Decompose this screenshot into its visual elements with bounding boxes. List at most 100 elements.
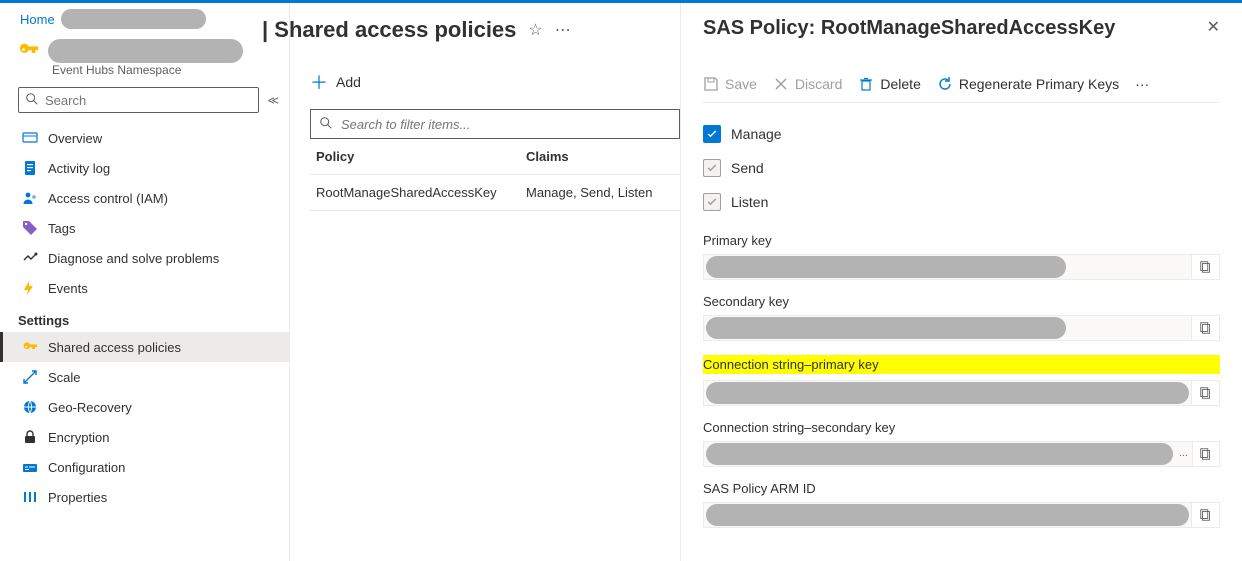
redacted-value [706,382,1189,404]
nav-activity-log[interactable]: Activity log [0,153,289,183]
arm-id-field [703,502,1220,528]
delete-button[interactable]: Delete [858,76,920,92]
nav-properties[interactable]: Properties [0,482,289,512]
nav-configuration[interactable]: Configuration [0,452,289,482]
arm-id-label: SAS Policy ARM ID [703,481,1220,496]
redacted-value [706,443,1173,465]
tags-icon [22,220,38,236]
blade-nav: Home Event Hubs Namespace ≪ Overview [0,3,290,561]
nav-shared-access-policies[interactable]: Shared access policies [0,332,289,362]
nav-geo-recovery[interactable]: Geo-Recovery [0,392,289,422]
breadcrumb-home[interactable]: Home [20,12,55,27]
col-header-claims: Claims [526,149,674,164]
manage-checkbox[interactable] [703,125,721,143]
resource-name-redacted [48,39,243,63]
nav-diagnose[interactable]: Diagnose and solve problems [0,243,289,273]
resource-subtitle: Event Hubs Namespace [0,63,289,87]
nav-label: Shared access policies [48,340,181,355]
activity-log-icon [22,160,38,176]
nav-label: Tags [48,221,75,236]
cell-claims: Manage, Send, Listen [526,185,674,200]
nav-label: Diagnose and solve problems [48,251,219,266]
nav-label: Encryption [48,430,109,445]
send-checkbox [703,159,721,177]
secondary-key-label: Secondary key [703,294,1220,309]
close-icon[interactable]: ✕ [1207,17,1220,37]
send-label: Send [731,160,764,176]
more-menu-icon[interactable]: ⋯ [555,20,571,40]
copy-button[interactable] [1192,442,1219,466]
encryption-icon [22,429,38,445]
panel-title: SAS Policy: RootManageSharedAccessKey [703,17,1115,40]
breadcrumb: Home [0,7,289,33]
filter-input[interactable] [341,117,671,132]
copy-button[interactable] [1191,503,1219,527]
copy-button[interactable] [1191,316,1219,340]
copy-button[interactable] [1191,381,1219,405]
redacted-value [706,256,1066,278]
conn-primary-label: Connection string–primary key [703,355,1220,374]
listen-label: Listen [731,194,768,210]
nav-label: Overview [48,131,102,146]
more-commands-button[interactable]: ··· [1135,76,1149,92]
copy-button[interactable] [1191,255,1219,279]
conn-secondary-field: ... [703,441,1220,467]
primary-key-field [703,254,1220,280]
nav-tags[interactable]: Tags [0,213,289,243]
primary-key-label: Primary key [703,233,1220,248]
scale-icon [22,369,38,385]
key-icon [22,339,38,355]
nav-label: Events [48,281,88,296]
redacted-value [706,317,1066,339]
secondary-key-field [703,315,1220,341]
discard-icon [773,76,789,92]
nav-label: Access control (IAM) [48,191,168,206]
listen-checkbox [703,193,721,211]
cell-policy: RootManageSharedAccessKey [316,185,526,200]
table-row[interactable]: RootManageSharedAccessKey Manage, Send, … [310,175,680,211]
overview-icon [22,130,38,146]
plus-icon: ＋ [310,69,328,95]
nav-label: Configuration [48,460,125,475]
search-icon [25,92,39,109]
access-control-icon [22,190,38,206]
save-button: Save [703,76,757,92]
save-icon [703,76,719,92]
favorite-icon[interactable]: ☆ [528,20,542,40]
policies-table: Policy Claims RootManageSharedAccessKey … [310,139,680,211]
filter-box[interactable] [310,109,680,139]
search-icon [319,116,333,133]
nav-label: Geo-Recovery [48,400,132,415]
nav-scale[interactable]: Scale [0,362,289,392]
nav-search-input[interactable] [45,93,252,108]
nav-label: Properties [48,490,107,505]
add-label: Add [336,74,361,90]
discard-button: Discard [773,76,842,92]
diagnose-icon [22,250,38,266]
regenerate-button[interactable]: Regenerate Primary Keys [937,76,1119,92]
conn-secondary-label: Connection string–secondary key [703,420,1220,435]
nav-list: Overview Activity log Access control (IA… [0,119,289,512]
ellipsis: ... [1175,449,1191,459]
command-bar: Save Discard Delete Regenerate Primary K… [703,76,1220,103]
key-icon [18,40,40,62]
geo-recovery-icon [22,399,38,415]
nav-access-control[interactable]: Access control (IAM) [0,183,289,213]
details-panel: SAS Policy: RootManageSharedAccessKey ✕ … [680,3,1242,561]
properties-icon [22,489,38,505]
collapse-nav-icon[interactable]: ≪ [267,94,279,107]
col-header-policy: Policy [316,149,526,164]
refresh-icon [937,76,953,92]
add-button[interactable]: ＋ Add [310,69,361,95]
nav-search[interactable] [18,87,259,113]
nav-overview[interactable]: Overview [0,123,289,153]
nav-section-settings: Settings [0,303,289,332]
nav-encryption[interactable]: Encryption [0,422,289,452]
nav-events[interactable]: Events [0,273,289,303]
events-icon [22,280,38,296]
nav-label: Scale [48,370,81,385]
delete-icon [858,76,874,92]
nav-label: Activity log [48,161,110,176]
configuration-icon [22,459,38,475]
page-title: | Shared access policies [262,17,516,43]
